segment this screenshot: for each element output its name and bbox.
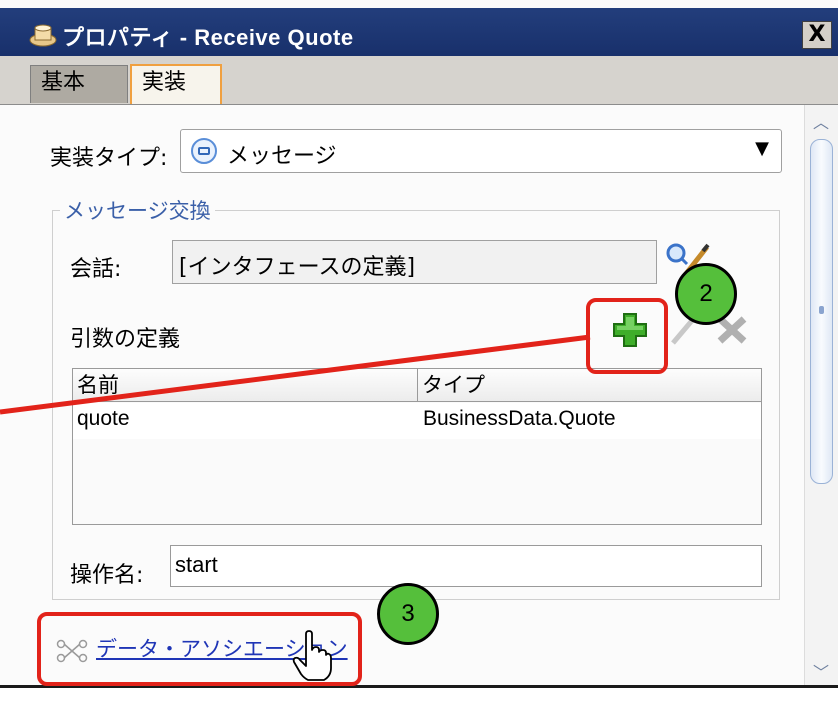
properties-dialog: プロパティ - Receive Quote X 基本 実装 実装タイプ: メッセ… [0,0,838,685]
step-badge-2: 2 [675,263,737,325]
implementation-type-select[interactable]: メッセージ ▼ [180,129,782,173]
message-icon [191,138,217,164]
vertical-scrollbar[interactable]: ︿ ﹀ [804,105,838,685]
close-button[interactable]: X [802,21,832,49]
window-title: プロパティ - Receive Quote [62,25,354,50]
operation-name-field[interactable]: start [170,545,762,587]
hand-cursor-icon [292,630,332,681]
conversation-value: [インタフェースの定義] [179,255,416,280]
scroll-down-icon[interactable]: ﹀ [811,659,831,682]
implementation-type-value: メッセージ [227,144,337,169]
conversation-field: [インタフェースの定義] [172,240,657,284]
process-icon [29,24,57,47]
argument-type-cell: BusinessData.Quote [423,407,616,430]
step-badge-3: 3 [377,583,439,645]
tab-implementation[interactable]: 実装 [130,64,222,104]
tab-basic[interactable]: 基本 [30,65,128,103]
dropdown-arrow-icon[interactable]: ▼ [755,138,769,159]
column-header-type[interactable]: タイプ [418,369,761,402]
arguments-label: 引数の定義 [70,327,181,352]
message-exchange-legend: メッセージ交換 [60,195,215,225]
tab-bar: 基本 実装 [0,56,838,105]
operation-name-label: 操作名: [70,563,144,588]
title-bar: プロパティ - Receive Quote X [0,8,838,56]
arguments-table: 名前 タイプ quote BusinessData.Quote [72,368,762,525]
operation-name-value: start [175,552,218,577]
highlight-add-button [586,298,668,374]
table-row[interactable]: quote BusinessData.Quote [73,403,761,439]
scroll-up-icon[interactable]: ︿ [811,109,831,132]
conversation-label: 会話: [70,257,122,282]
column-header-name[interactable]: 名前 [73,369,418,402]
argument-name-cell: quote [77,407,130,430]
scrollbar-thumb[interactable] [810,139,833,484]
implementation-type-label: 実装タイプ: [50,146,168,171]
